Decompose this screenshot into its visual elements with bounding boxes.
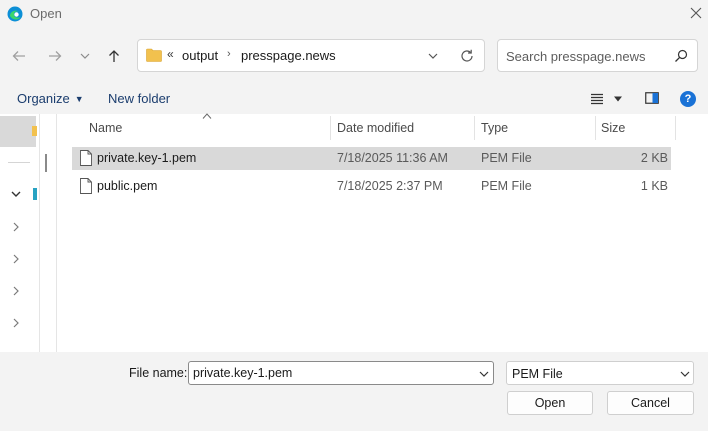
navigation-pane[interactable]	[0, 114, 39, 352]
file-name: private.key-1.pem	[97, 151, 197, 165]
nav-scrollbar[interactable]	[45, 154, 47, 172]
file-name-combobox[interactable]	[188, 361, 494, 385]
file-name: public.pem	[97, 179, 158, 193]
drive-icon	[33, 188, 37, 200]
file-row[interactable]: public.pem 7/18/2025 2:37 PM PEM File 1 …	[72, 175, 671, 198]
close-icon[interactable]	[688, 5, 704, 21]
breadcrumb-output[interactable]: output	[182, 48, 218, 63]
forward-button[interactable]	[45, 46, 65, 66]
file-icon	[80, 150, 92, 166]
cancel-button[interactable]: Cancel	[607, 391, 694, 415]
address-bar[interactable]: « output › presspage.news	[137, 39, 485, 72]
search-input[interactable]	[506, 47, 666, 65]
file-type-value: PEM File	[512, 367, 563, 381]
nav-divider	[8, 162, 30, 163]
list-view-icon[interactable]	[590, 92, 604, 106]
column-header-size[interactable]: Size	[601, 121, 625, 135]
recent-locations-button[interactable]	[75, 46, 95, 66]
column-separator[interactable]	[474, 116, 475, 140]
up-button[interactable]	[104, 46, 124, 66]
column-header-date-modified[interactable]: Date modified	[337, 121, 414, 135]
chevron-right-icon[interactable]	[10, 253, 22, 265]
organize-label: Organize	[17, 91, 70, 106]
chevron-down-icon[interactable]	[479, 370, 489, 378]
column-separator[interactable]	[675, 116, 676, 140]
chevron-down-icon	[680, 371, 690, 377]
chevron-right-icon[interactable]	[10, 285, 22, 297]
column-separator[interactable]	[595, 116, 596, 140]
search-icon[interactable]	[674, 49, 688, 63]
file-browser: Name Date modified Type Size private.key…	[0, 113, 708, 352]
caret-down-icon: ▼	[74, 94, 84, 104]
new-folder-label: New folder	[108, 91, 171, 106]
pane-divider	[56, 114, 57, 352]
overflow-breadcrumb[interactable]: «	[167, 47, 174, 61]
file-row[interactable]: private.key-1.pem 7/18/2025 11:36 AM PEM…	[72, 147, 671, 170]
chevron-down-icon[interactable]	[427, 50, 439, 62]
folder-icon	[32, 126, 37, 136]
help-icon[interactable]: ?	[680, 91, 696, 107]
arrow-up-icon	[109, 50, 119, 62]
chevron-down-icon[interactable]	[10, 188, 22, 200]
sort-ascending-icon	[202, 113, 212, 119]
file-name-label: File name:	[129, 366, 188, 380]
new-folder-button[interactable]: New folder	[108, 91, 170, 106]
file-date-modified: 7/18/2025 11:36 AM	[337, 151, 448, 165]
chevron-right-icon[interactable]	[10, 221, 22, 233]
file-size: 2 KB	[640, 151, 668, 165]
column-header-name[interactable]: Name	[89, 121, 122, 135]
column-header-type[interactable]: Type	[481, 121, 508, 135]
breadcrumb-separator[interactable]: ›	[227, 48, 231, 60]
file-type: PEM File	[481, 151, 532, 165]
breadcrumb-presspage-news[interactable]: presspage.news	[241, 48, 336, 63]
file-date-modified: 7/18/2025 2:37 PM	[337, 179, 443, 193]
folder-icon	[146, 48, 162, 62]
column-separator[interactable]	[330, 116, 331, 140]
arrow-left-icon	[12, 51, 25, 61]
file-icon	[80, 178, 92, 194]
nav-item-selected[interactable]	[0, 116, 36, 147]
file-type: PEM File	[481, 179, 532, 193]
window-title: Open	[30, 6, 62, 21]
open-button[interactable]: Open	[507, 391, 593, 415]
file-size: 1 KB	[640, 179, 668, 193]
back-button[interactable]	[9, 46, 29, 66]
refresh-icon[interactable]	[459, 48, 475, 64]
file-type-select[interactable]: PEM File	[506, 361, 694, 385]
file-name-input[interactable]	[193, 365, 463, 381]
arrow-right-icon	[49, 51, 62, 61]
pane-divider	[39, 114, 40, 352]
caret-down-icon[interactable]	[613, 95, 623, 103]
search-box[interactable]	[497, 39, 698, 72]
chevron-right-icon[interactable]	[10, 317, 22, 329]
title-bar: Open	[0, 0, 708, 28]
edge-browser-icon	[7, 6, 23, 22]
preview-pane-icon[interactable]	[645, 91, 659, 105]
chevron-down-icon	[80, 53, 90, 59]
organize-button[interactable]: Organize ▼	[17, 91, 84, 106]
